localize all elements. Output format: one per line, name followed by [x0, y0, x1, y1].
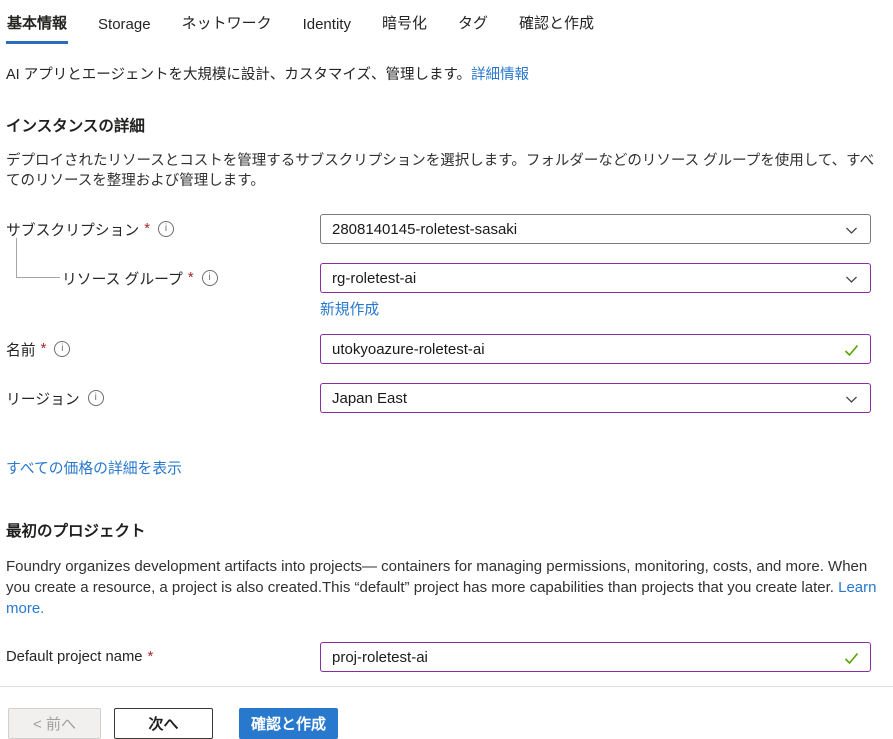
region-row: リージョン i Japan East [6, 383, 885, 413]
review-create-button[interactable]: 確認と作成 [239, 708, 338, 739]
info-icon[interactable]: i [158, 221, 174, 237]
region-dropdown[interactable]: Japan East [320, 383, 871, 413]
required-asterisk: * [144, 221, 150, 237]
create-new-row: 新規作成 [6, 298, 885, 319]
valid-check-icon [844, 344, 859, 361]
wizard-footer: < 前へ 次へ 確認と作成 [6, 708, 885, 739]
default-project-input-wrapper [320, 642, 871, 672]
pricing-details-link[interactable]: すべての価格の詳細を表示 [6, 457, 182, 478]
valid-check-icon [844, 652, 859, 669]
resource-group-dropdown[interactable]: rg-roletest-ai [320, 263, 871, 293]
subscription-dropdown[interactable]: 2808140145-roletest-sasaki [320, 214, 871, 244]
required-asterisk: * [148, 649, 154, 665]
subscription-row: サブスクリプション * i 2808140145-roletest-sasaki [6, 214, 885, 244]
resource-group-value: rg-roletest-ai [332, 270, 416, 287]
first-project-title: 最初のプロジェクト [6, 519, 885, 541]
default-project-input[interactable] [321, 643, 870, 671]
tab-networking[interactable]: ネットワーク [181, 10, 273, 44]
instance-details-title: インスタンスの詳細 [6, 114, 885, 136]
default-project-label: Default project name [6, 649, 143, 665]
default-project-field [320, 642, 871, 672]
name-field [320, 334, 871, 364]
name-label: 名前 [6, 339, 36, 360]
create-resource-page: { "tabs": [ { "label": "基本情報", "active":… [0, 0, 893, 719]
subscription-label-group: サブスクリプション * i [6, 219, 320, 240]
intro-text: AI アプリとエージェントを大規模に設計、カスタマイズ、管理します。 [6, 67, 471, 83]
name-row: 名前 * i [6, 334, 885, 364]
footer-divider [0, 686, 893, 687]
project-description-text: Foundry organizes development artifacts … [6, 558, 867, 596]
create-new-link[interactable]: 新規作成 [320, 302, 379, 318]
tab-encryption[interactable]: 暗号化 [381, 10, 428, 44]
region-value: Japan East [332, 390, 407, 407]
previous-button[interactable]: < 前へ [8, 708, 101, 739]
name-label-group: 名前 * i [6, 339, 320, 360]
tab-tags[interactable]: タグ [457, 10, 489, 44]
info-icon[interactable]: i [88, 390, 104, 406]
chevron-down-icon [845, 224, 858, 241]
required-asterisk: * [188, 270, 194, 286]
default-project-label-group: Default project name * [6, 649, 320, 665]
region-label-group: リージョン i [6, 388, 320, 409]
first-project-description: Foundry organizes development artifacts … [6, 556, 878, 619]
chevron-down-icon [845, 393, 858, 410]
resource-group-label: リソース グループ [62, 268, 183, 289]
resource-group-row: リソース グループ * i rg-roletest-ai [6, 263, 885, 293]
details-info-link[interactable]: 詳細情報 [471, 67, 529, 83]
subscription-label: サブスクリプション [6, 219, 139, 240]
tab-identity[interactable]: Identity [302, 14, 352, 44]
region-field: Japan East [320, 383, 871, 413]
tree-connector [16, 238, 60, 278]
intro-line: AI アプリとエージェントを大規模に設計、カスタマイズ、管理します。詳細情報 [6, 63, 885, 84]
subscription-value: 2808140145-roletest-sasaki [332, 221, 517, 238]
resource-group-field: rg-roletest-ai [320, 263, 871, 293]
default-project-row: Default project name * [6, 642, 885, 672]
region-label: リージョン [6, 388, 80, 409]
tab-basics[interactable]: 基本情報 [6, 10, 68, 44]
wizard-tab-bar: 基本情報 Storage ネットワーク Identity 暗号化 タグ 確認と作… [6, 10, 885, 44]
name-input-wrapper [320, 334, 871, 364]
subscription-field: 2808140145-roletest-sasaki [320, 214, 871, 244]
info-icon[interactable]: i [202, 270, 218, 286]
tab-storage[interactable]: Storage [97, 14, 152, 44]
instance-details-description: デプロイされたリソースとコストを管理するサブスクリプションを選択します。フォルダ… [6, 151, 885, 191]
name-input[interactable] [321, 335, 870, 363]
next-button[interactable]: 次へ [114, 708, 213, 739]
required-asterisk: * [41, 341, 47, 357]
tab-review-create[interactable]: 確認と作成 [518, 10, 595, 44]
info-icon[interactable]: i [54, 341, 70, 357]
chevron-down-icon [845, 273, 858, 290]
